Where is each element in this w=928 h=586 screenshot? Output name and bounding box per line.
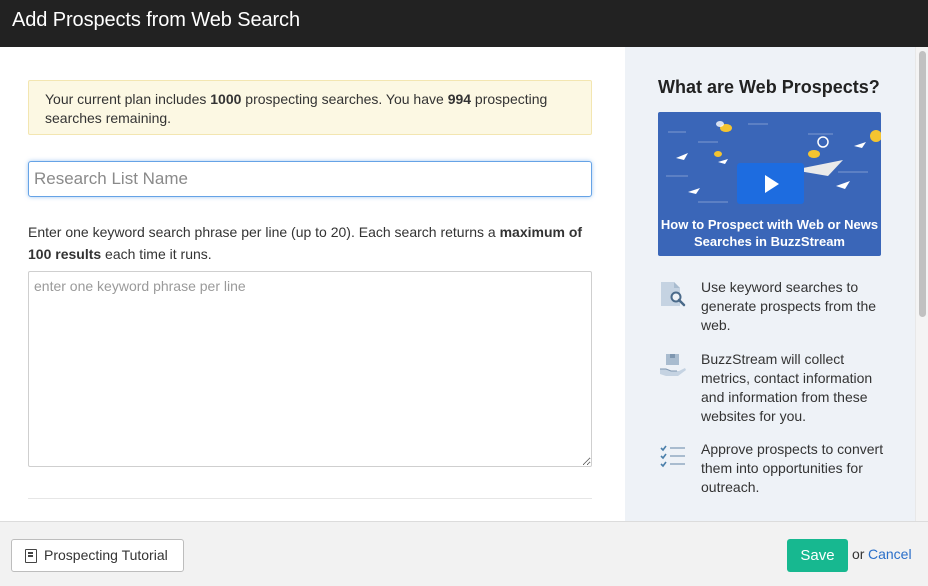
feature-text: Use keyword searches to generate prospec…	[701, 279, 877, 333]
cancel-link[interactable]: Cancel	[868, 546, 912, 562]
dialog-footer: Prospecting Tutorial Save or Cancel	[0, 521, 928, 586]
tutorial-video-thumbnail[interactable]: How to Prospect with Web or News Searche…	[658, 112, 881, 256]
save-button[interactable]: Save	[787, 539, 848, 572]
scrollbar-thumb[interactable]	[919, 51, 926, 317]
notice-total-searches: 1000	[210, 91, 242, 107]
hand-box-icon	[660, 354, 686, 376]
prospecting-tutorial-button[interactable]: Prospecting Tutorial	[11, 539, 184, 572]
notice-middle: prospecting searches. You have	[241, 91, 448, 107]
keyword-help-text: Enter one keyword search phrase per line…	[28, 221, 592, 265]
plan-notice: Your current plan includes 1000 prospect…	[28, 80, 592, 135]
dialog-title: Add Prospects from Web Search	[12, 9, 300, 31]
or-text: or	[852, 546, 865, 562]
document-search-icon	[661, 282, 686, 307]
notice-prefix: Your current plan includes	[45, 91, 211, 107]
help-prefix: Enter one keyword search phrase per line…	[28, 224, 500, 240]
checklist-icon	[660, 445, 685, 468]
keyword-phrases-textarea[interactable]	[28, 271, 592, 467]
info-sidebar: What are Web Prospects? How to Prospect …	[625, 47, 915, 521]
play-button-icon[interactable]	[737, 163, 804, 204]
feature-text: Approve prospects to convert them into o…	[701, 441, 884, 495]
main-form-panel: Your current plan includes 1000 prospect…	[0, 47, 625, 521]
feature-text: BuzzStream will collect metrics, contact…	[701, 351, 873, 424]
video-caption: How to Prospect with Web or News Searche…	[660, 217, 879, 249]
notice-remaining-searches: 994	[447, 91, 472, 107]
form-divider	[28, 498, 592, 499]
book-icon	[25, 549, 37, 563]
help-suffix: each time it runs.	[101, 246, 212, 262]
sidebar-heading: What are Web Prospects?	[658, 77, 880, 97]
tutorial-button-label: Prospecting Tutorial	[44, 547, 168, 563]
research-list-name-input[interactable]	[28, 161, 592, 197]
sidebar-scrollbar[interactable]	[915, 47, 928, 521]
dialog-titlebar: Add Prospects from Web Search	[0, 0, 928, 47]
